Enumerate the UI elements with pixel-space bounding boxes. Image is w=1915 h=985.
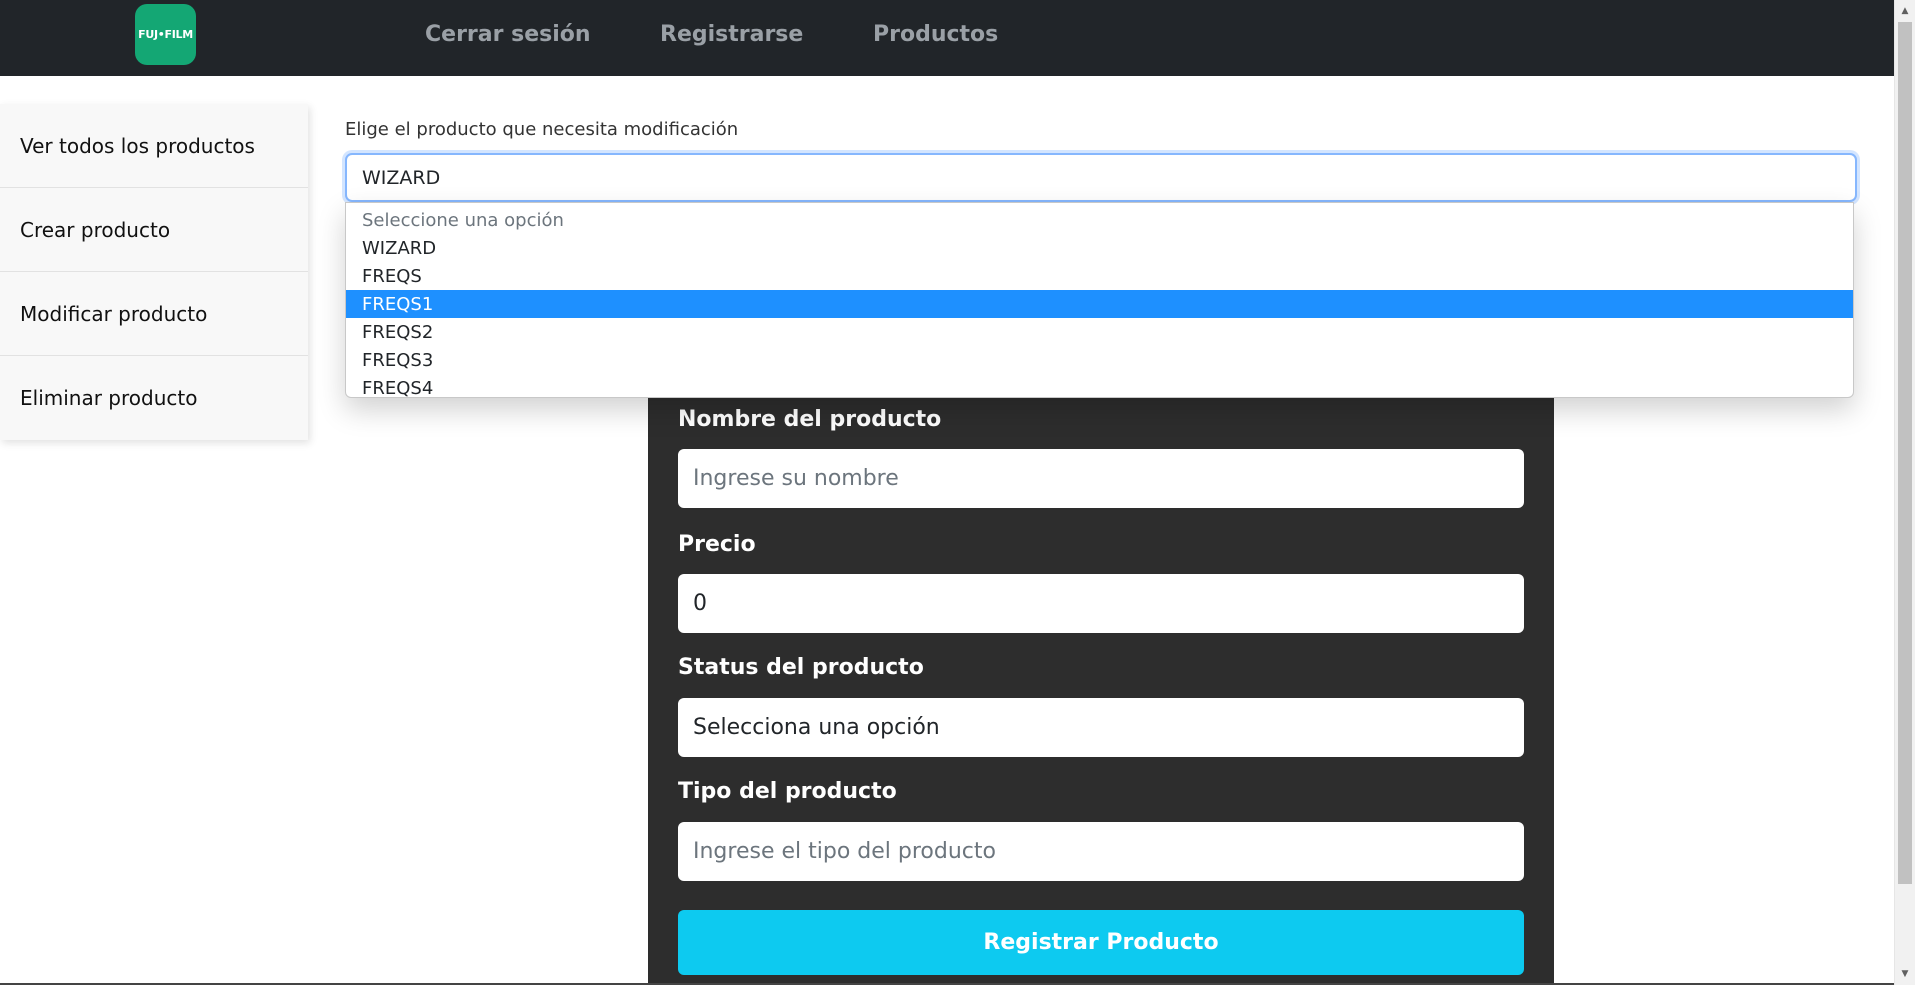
nav-link-registrarse[interactable]: Registrarse <box>660 20 803 50</box>
name-input-placeholder: Ingrese su nombre <box>693 466 899 491</box>
name-input[interactable]: Ingrese su nombre <box>678 449 1524 508</box>
name-label: Nombre del producto <box>678 407 942 432</box>
price-input[interactable]: 0 <box>678 574 1524 633</box>
fujifilm-logo[interactable]: FUJ•FILM <box>135 4 196 65</box>
dropdown-option[interactable]: FREQS4 <box>346 374 1853 398</box>
dropdown-option[interactable]: FREQS2 <box>346 318 1853 346</box>
price-label: Precio <box>678 532 756 557</box>
type-input[interactable]: Ingrese el tipo del producto <box>678 822 1524 881</box>
dropdown-option[interactable]: FREQS <box>346 262 1853 290</box>
product-select[interactable]: WIZARD <box>345 153 1857 202</box>
sidebar-item-modificar[interactable]: Modificar producto <box>0 272 308 356</box>
product-select-label: Elige el producto que necesita modificac… <box>345 119 739 140</box>
dropdown-option[interactable]: FREQS3 <box>346 346 1853 374</box>
sidebar-item-label: Crear producto <box>20 217 171 242</box>
type-input-placeholder: Ingrese el tipo del producto <box>693 839 996 864</box>
sidebar-item-label: Ver todos los productos <box>20 133 255 158</box>
product-select-value: WIZARD <box>362 166 441 189</box>
dropdown-option-highlighted[interactable]: FREQS1 <box>346 290 1853 318</box>
scroll-down-arrow-icon[interactable]: ▼ <box>1895 965 1915 983</box>
scrollbar-thumb[interactable] <box>1898 22 1912 884</box>
sidebar-item-label: Modificar producto <box>20 301 208 326</box>
status-select[interactable]: Selecciona una opción <box>678 698 1524 757</box>
dropdown-option[interactable]: Seleccione una opción <box>346 206 1853 234</box>
dropdown-option[interactable]: WIZARD <box>346 234 1853 262</box>
top-navbar: FUJ•FILM Cerrar sesión Registrarse Produ… <box>0 0 1894 76</box>
product-select-dropdown: Seleccione una opción WIZARD FREQS FREQS… <box>345 202 1854 398</box>
type-label: Tipo del producto <box>678 779 897 804</box>
sidebar-item-ver-todos[interactable]: Ver todos los productos <box>0 104 308 188</box>
status-select-value: Selecciona una opción <box>693 715 940 740</box>
sidebar: Ver todos los productos Crear producto M… <box>0 104 308 440</box>
registrar-producto-button[interactable]: Registrar Producto <box>678 910 1524 975</box>
status-label: Status del producto <box>678 655 924 680</box>
nav-link-cerrar-sesion[interactable]: Cerrar sesión <box>425 20 591 50</box>
price-input-value: 0 <box>693 591 707 616</box>
sidebar-item-crear[interactable]: Crear producto <box>0 188 308 272</box>
scroll-up-arrow-icon[interactable]: ▲ <box>1895 2 1915 20</box>
vertical-scrollbar[interactable]: ▲ ▼ <box>1894 0 1915 985</box>
sidebar-item-label: Eliminar producto <box>20 386 198 410</box>
sidebar-item-eliminar[interactable]: Eliminar producto <box>0 356 308 440</box>
nav-link-productos[interactable]: Productos <box>873 20 998 50</box>
